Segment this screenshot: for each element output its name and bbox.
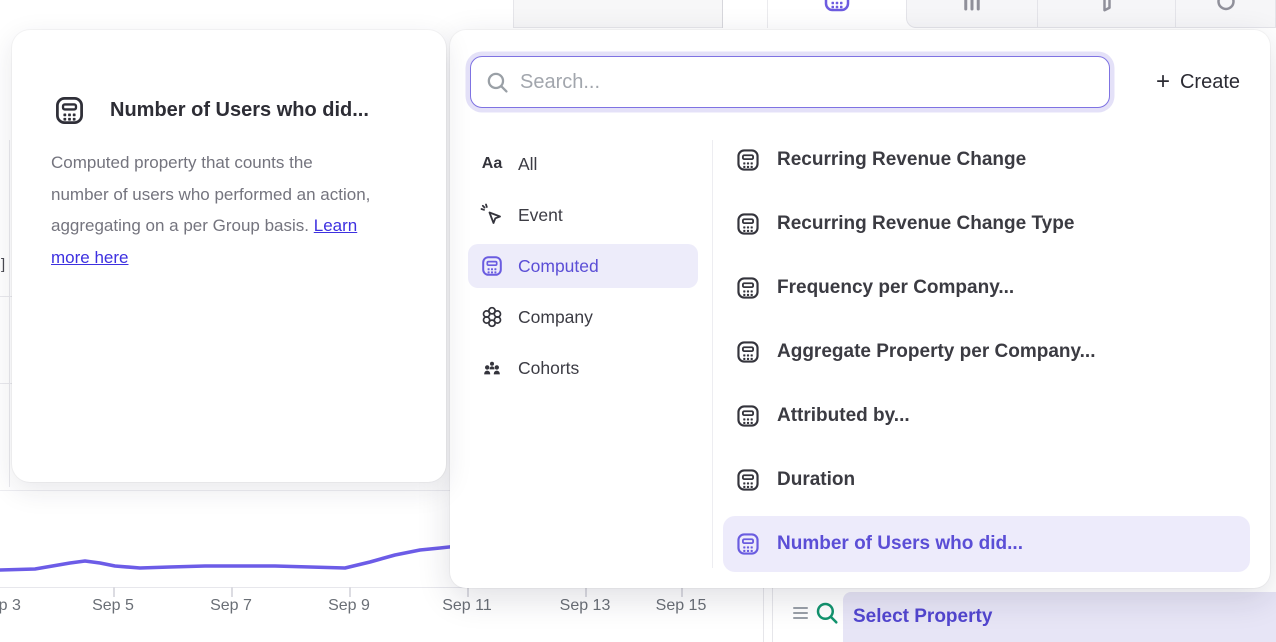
list-item-selected[interactable]: Number of Users who did... [723, 516, 1250, 572]
tab-chart-type-active[interactable] [767, 0, 906, 28]
circle-icon [1211, 0, 1241, 14]
list-item-label: Number of Users who did... [777, 533, 1023, 555]
x-axis-label: Sep 15 [656, 597, 707, 615]
category-label: Company [518, 307, 593, 328]
magnifier-icon[interactable] [814, 600, 840, 626]
category-all[interactable]: Aa All [468, 142, 698, 186]
list-item-label: Duration [777, 469, 855, 491]
tooltip-header: Number of Users who did... [53, 94, 369, 127]
calculator-icon [735, 467, 761, 493]
background-divider [0, 383, 12, 384]
property-select-row: Select Property [773, 588, 1276, 642]
list-item[interactable]: Duration [723, 452, 1250, 508]
description-line: Computed property that counts the [51, 147, 431, 179]
calculator-icon [735, 211, 761, 237]
category-computed[interactable]: Computed [468, 244, 698, 288]
plus-icon: + [1156, 70, 1170, 94]
x-axis-label: Sep 5 [92, 597, 134, 615]
tab-circle[interactable] [1175, 0, 1275, 28]
category-label: Event [518, 205, 563, 226]
description-line: aggregating on a per Group basis. Learn [51, 210, 431, 242]
learn-more-link[interactable]: more here [51, 248, 128, 267]
calculator-icon [735, 531, 761, 557]
magnifier-icon [485, 70, 510, 95]
hamburger-icon[interactable] [793, 607, 808, 619]
background-divider [9, 140, 10, 487]
panel-divider [712, 140, 713, 568]
description-line: number of users who performed an action, [51, 179, 431, 211]
chart-line [0, 546, 458, 570]
list-item-label: Attributed by... [777, 405, 910, 427]
list-item-label: Aggregate Property per Company... [777, 341, 1096, 363]
list-item-label: Frequency per Company... [777, 277, 1014, 299]
list-item[interactable]: Recurring Revenue Change Type [723, 196, 1250, 252]
left-card-inactive-tabs[interactable] [513, 0, 722, 28]
create-button[interactable]: + Create [1156, 70, 1240, 94]
x-axis-label: Sep 7 [210, 597, 252, 615]
cohorts-people-icon [480, 356, 504, 380]
category-label: Cohorts [518, 358, 579, 379]
calculator-icon [735, 275, 761, 301]
calculator-icon [735, 403, 761, 429]
sparkle-cursor-icon [480, 203, 504, 227]
x-axis-tick [681, 587, 683, 597]
list-item[interactable]: Frequency per Company... [723, 260, 1250, 316]
tab-funnel[interactable] [1037, 0, 1175, 28]
list-item-label: Recurring Revenue Change [777, 149, 1026, 171]
select-property-label: Select Property [843, 606, 992, 628]
clipped-text-fragment: ] [1, 256, 5, 273]
x-axis-label: Sep 11 [442, 597, 492, 615]
learn-more-link[interactable]: Learn [314, 216, 357, 235]
category-cohorts[interactable]: Cohorts [468, 346, 698, 390]
create-button-label: Create [1180, 71, 1240, 94]
select-property-field[interactable]: Select Property [843, 592, 1276, 642]
aa-icon: Aa [480, 155, 504, 173]
property-picker-panel: + Create Aa All Event Computed [450, 30, 1270, 588]
category-label: All [518, 154, 537, 175]
property-info-tooltip: Number of Users who did... Computed prop… [12, 30, 446, 482]
calculator-icon [735, 147, 761, 173]
tooltip-title: Number of Users who did... [110, 99, 369, 122]
chart-right-border [763, 587, 764, 642]
list-item[interactable]: Attributed by... [723, 388, 1250, 444]
chart-top-border [0, 490, 450, 491]
x-axis-tick [585, 587, 587, 597]
calculator-icon [822, 0, 852, 14]
description-line: more here [51, 242, 431, 274]
tab-bar-chart[interactable] [907, 0, 1037, 28]
list-item[interactable]: Recurring Revenue Change [723, 132, 1250, 188]
property-list: Recurring Revenue Change Recurring Reven… [723, 132, 1250, 580]
list-item[interactable]: Aggregate Property per Company... [723, 324, 1250, 380]
funnel-icon [1092, 0, 1122, 14]
calculator-icon [480, 254, 504, 278]
category-company[interactable]: Company [468, 295, 698, 339]
company-cluster-icon [480, 305, 504, 329]
category-label: Computed [518, 256, 599, 277]
line-chart-fragment [0, 530, 470, 590]
search-input[interactable] [520, 71, 1109, 94]
x-axis-label: Sep 3 [0, 597, 21, 615]
background-divider [0, 296, 12, 297]
chart-type-tab-group [906, 0, 1276, 28]
x-axis-label: Sep 9 [328, 597, 370, 615]
tooltip-description: Computed property that counts the number… [51, 147, 431, 273]
calculator-icon [53, 94, 86, 127]
calculator-icon [735, 339, 761, 365]
search-box [470, 56, 1110, 108]
category-event[interactable]: Event [468, 193, 698, 237]
category-list: Aa All Event Computed Company [468, 142, 698, 397]
bar-chart-icon [957, 0, 987, 14]
x-axis-label: Sep 13 [560, 597, 611, 615]
list-item-label: Recurring Revenue Change Type [777, 213, 1074, 235]
card-divider [722, 0, 723, 28]
